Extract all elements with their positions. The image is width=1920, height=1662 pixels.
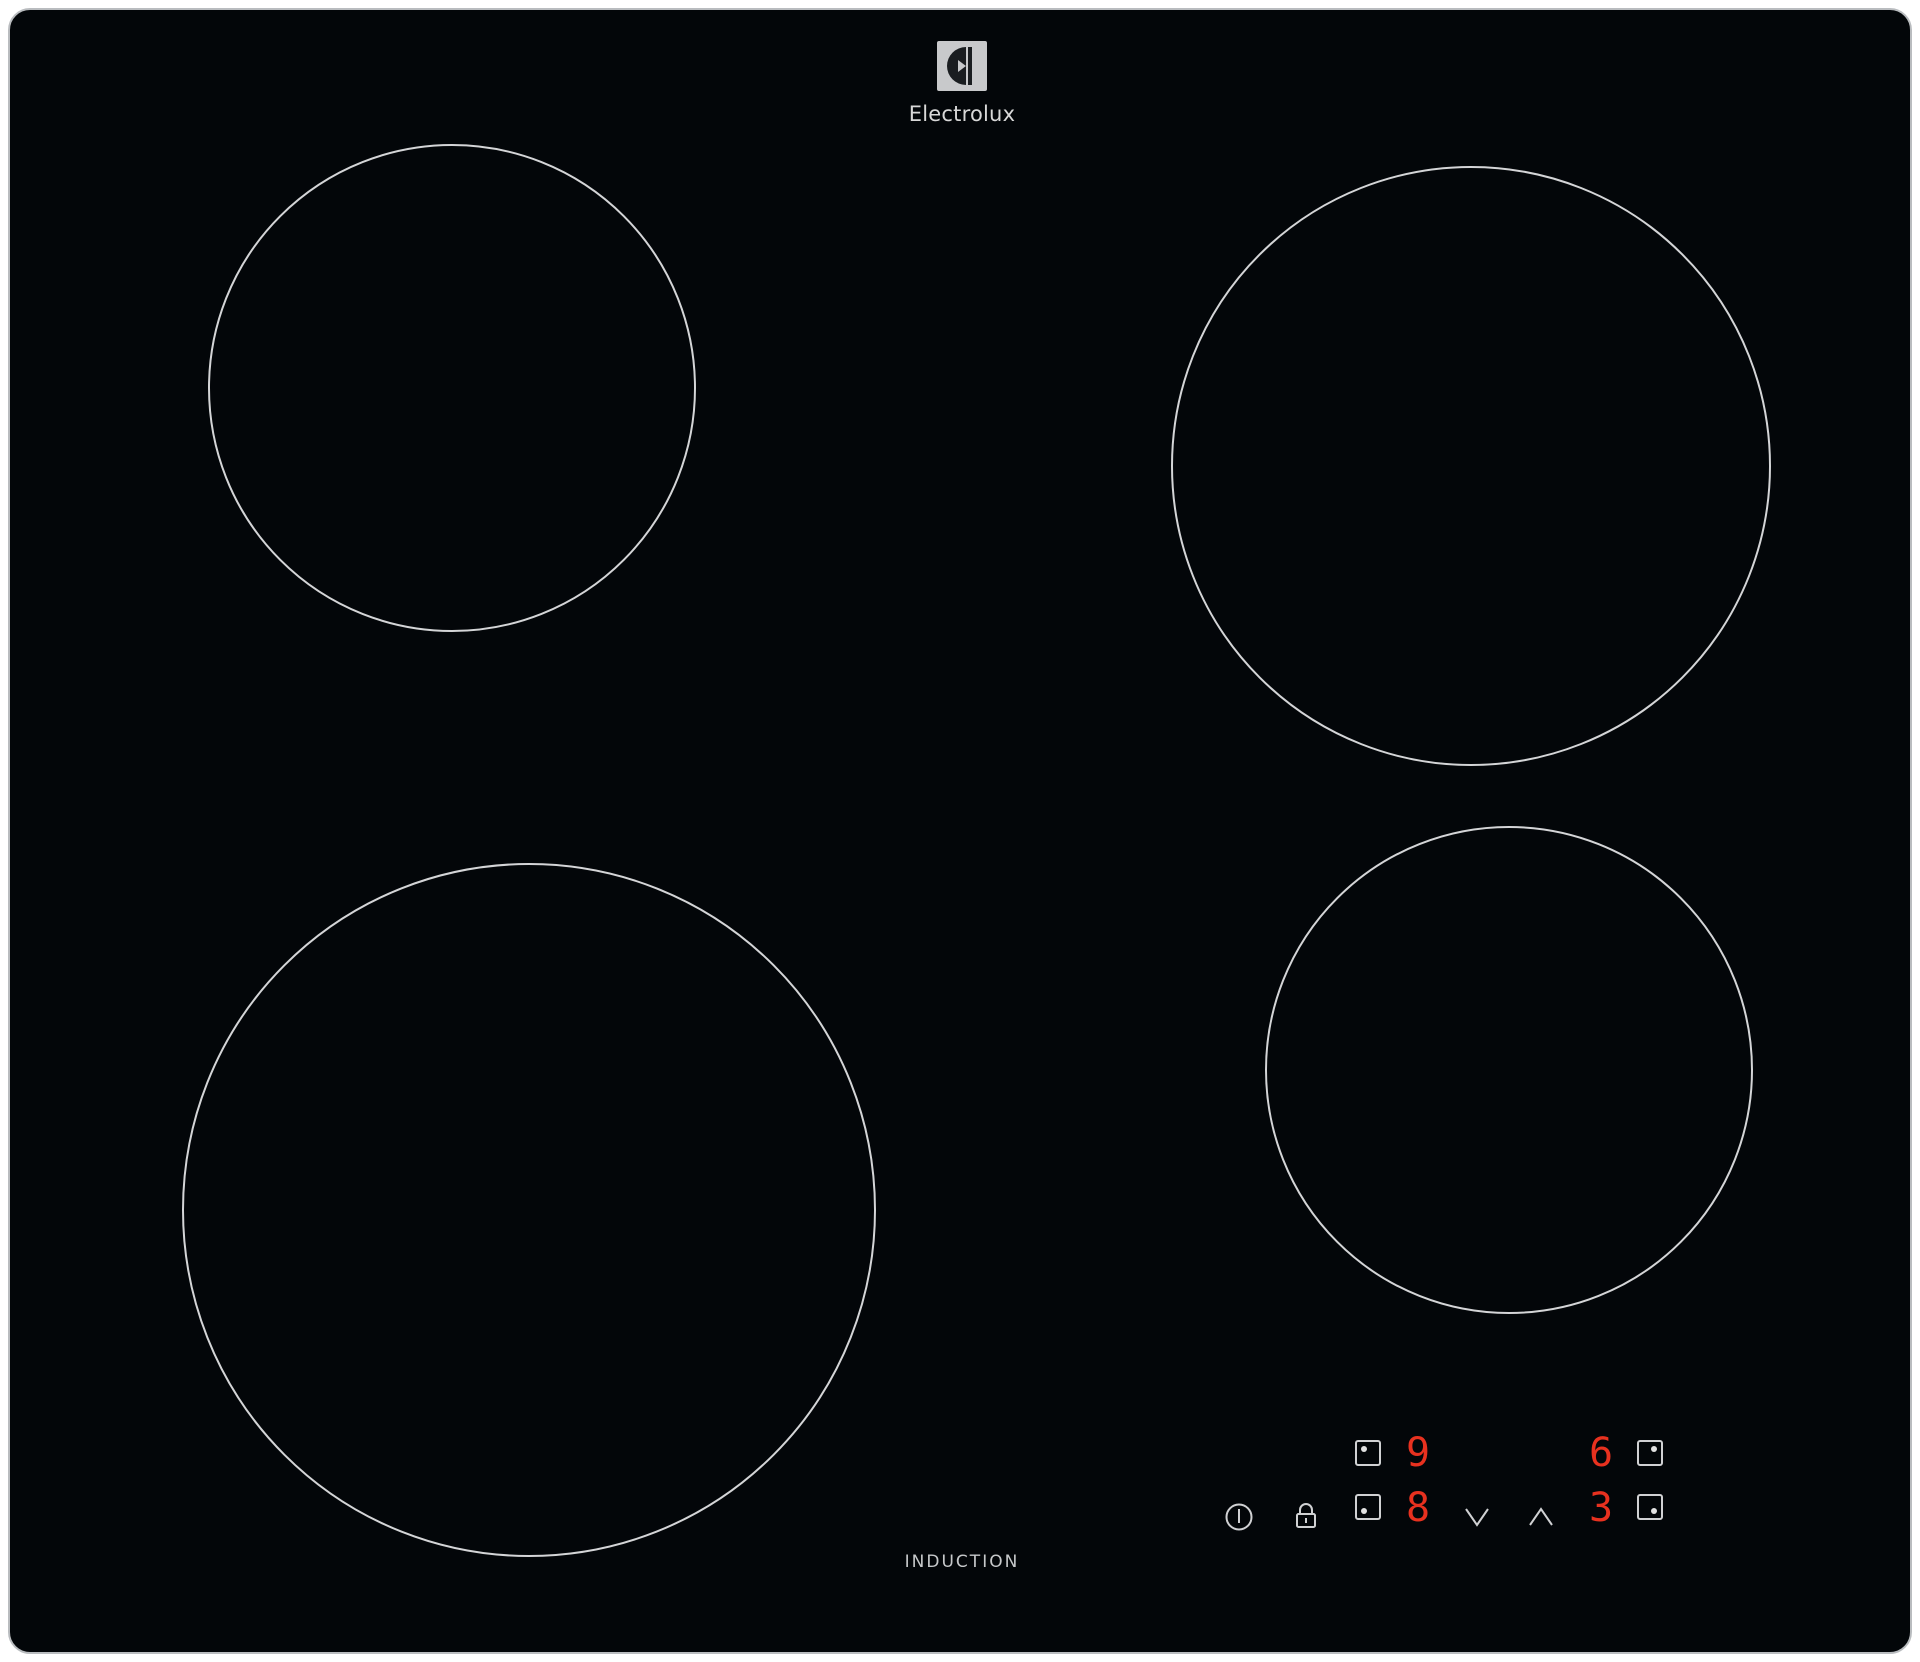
chevron-down-icon[interactable] (1464, 1506, 1490, 1528)
zone-position-icon (1361, 1446, 1367, 1452)
cooking-zone-front-left (182, 863, 876, 1557)
zone-position-icon (1651, 1508, 1657, 1514)
induction-label: INDUCTION (904, 1552, 1020, 1572)
zone-select-front-right-button[interactable] (1637, 1494, 1663, 1520)
zone-select-rear-left-button[interactable] (1355, 1440, 1381, 1466)
lock-icon[interactable] (1294, 1502, 1318, 1530)
brand-header: Electrolux (10, 40, 1910, 126)
cooking-zone-rear-right (1171, 166, 1771, 766)
zone-position-icon (1651, 1446, 1657, 1452)
zone-select-rear-right-button[interactable] (1637, 1440, 1663, 1466)
chevron-up-icon[interactable] (1528, 1506, 1554, 1528)
induction-hob-panel: Electrolux 9 8 6 3 INDUCTION (8, 8, 1912, 1654)
cooking-zone-rear-left (208, 144, 696, 632)
cooking-zone-front-right (1265, 826, 1753, 1314)
power-icon[interactable] (1224, 1502, 1254, 1532)
power-level-display-rear-left: 9 (1405, 1430, 1431, 1476)
brand-name: Electrolux (908, 102, 1016, 126)
power-level-display-front-right: 3 (1588, 1485, 1614, 1531)
zone-select-front-left-button[interactable] (1355, 1494, 1381, 1520)
electrolux-logo-icon (937, 41, 987, 91)
power-level-display-front-left: 8 (1405, 1485, 1431, 1531)
power-level-display-rear-right: 6 (1588, 1430, 1614, 1476)
zone-position-icon (1361, 1508, 1367, 1514)
